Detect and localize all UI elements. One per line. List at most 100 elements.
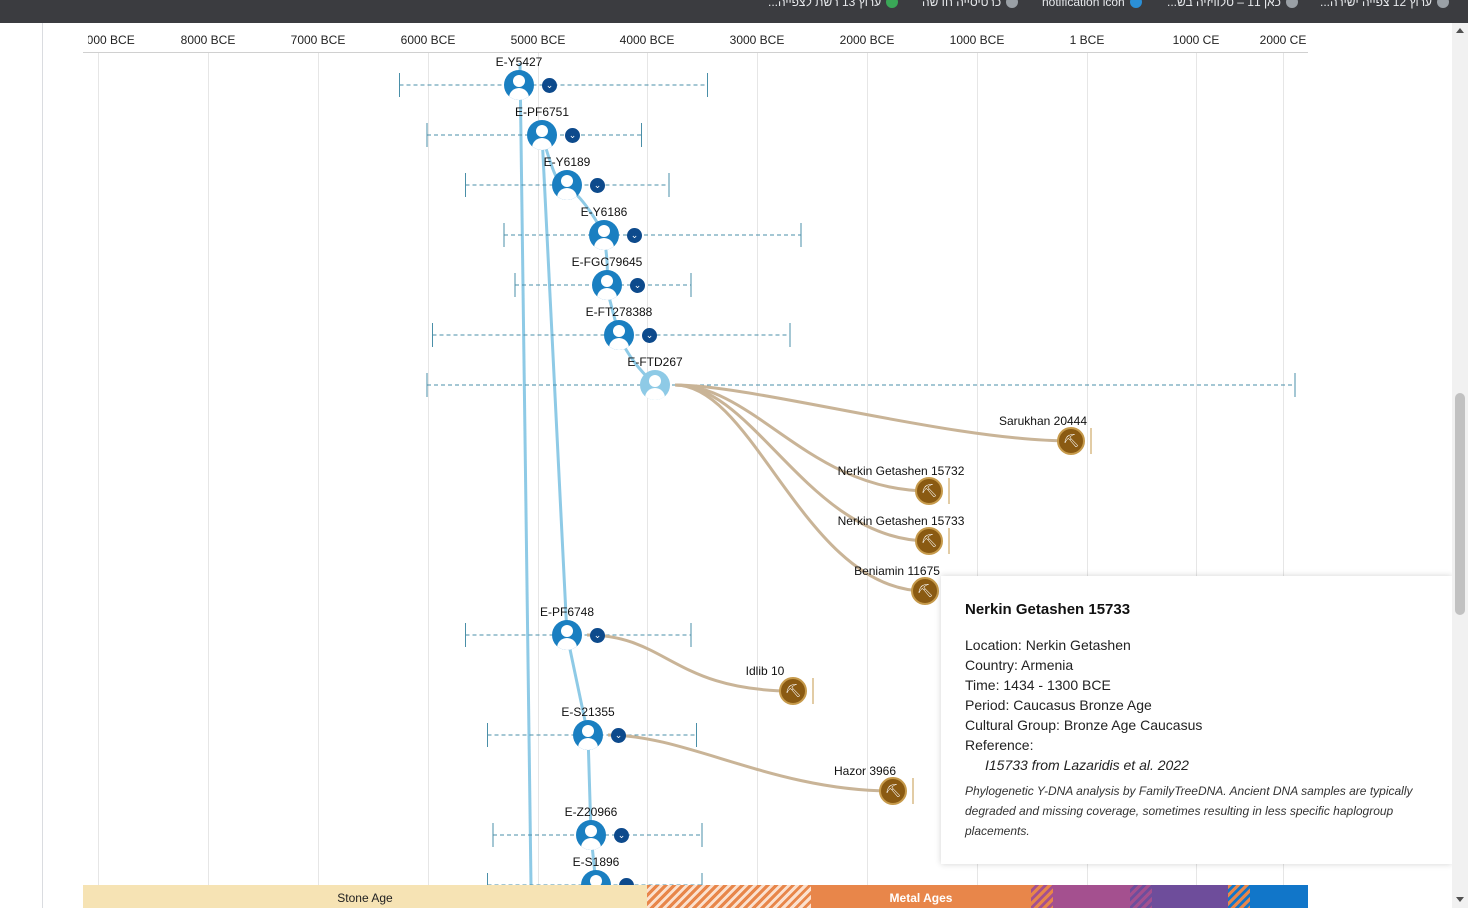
globe-icon [886,0,899,8]
haplogroup-label: E-Y5427 [495,55,543,69]
ancient-sample-pin-icon[interactable]: ⛏ [911,577,939,605]
sample-info-popup: Nerkin Getashen 15733 Location: Nerkin G… [941,576,1452,864]
bookmark-label: notification icon [1042,0,1125,9]
bookmarks-bar: ערוץ 12 צפייה ישירה... כאן 11 – טלוויזיה… [0,0,1468,23]
expand-chevron-icon[interactable]: ⌄ [630,278,645,293]
era-band[interactable] [1130,885,1152,908]
person-icon-body [509,88,529,100]
branch-line [540,134,598,886]
popup-location: Location: Nerkin Getashen [965,637,1131,653]
era-band[interactable]: Metal Ages [811,885,1031,908]
haplogroup-node[interactable] [504,70,534,100]
sample-label: Beniamin 11675 [854,564,940,578]
sample-label: Nerkin Getashen 15733 [837,514,965,528]
bookmark-label: ערוץ 12 צפייה ישירה... [1320,0,1433,9]
bookmark-label: כרטיסייה חדשה [922,0,1002,9]
sample-label: Idlib 10 [745,664,785,678]
popup-country: Country: Armenia [965,657,1074,673]
haplogroup-label: E-S21355 [561,705,615,719]
haplogroup-label: E-Z20966 [564,805,618,819]
haplogroup-label: E-FGC79645 [571,255,643,269]
era-band[interactable] [1250,885,1308,908]
scroll-down-icon[interactable] [1456,897,1464,902]
expand-chevron-icon[interactable]: ⌄ [590,178,605,193]
haplogroup-node[interactable] [576,820,606,850]
haplogroup-node[interactable] [573,720,603,750]
bookmark-item[interactable]: ערוץ 12 צפייה ישירה... [1320,0,1450,10]
page-scrollbar[interactable] [1452,23,1468,908]
scrollbar-thumb[interactable] [1455,393,1465,615]
person-icon-body [597,288,617,300]
popup-time: Time: 1434 - 1300 BCE [965,677,1111,693]
sample-label: Sarukhan 20444 [998,414,1088,428]
person-icon-body [532,138,552,150]
sample-link [586,633,794,693]
person-icon-body [645,388,665,400]
popup-title: Nerkin Getashen 15733 [965,601,1131,618]
era-band[interactable]: Stone Age [83,885,647,908]
person-icon-body [557,638,577,650]
haplogroup-label: E-FTD267 [627,355,683,369]
trunk-line [518,62,533,886]
left-gutter [42,23,43,908]
bookmark-item[interactable]: notification icon [1042,0,1142,10]
haplogroup-node[interactable] [527,120,557,150]
era-bands: Stone Age Metal Ages [83,885,1308,908]
edge-icon [1129,0,1142,8]
era-band[interactable] [1152,885,1228,908]
ancient-sample-pin-icon[interactable]: ⛏ [1057,427,1085,455]
haplogroup-node[interactable] [604,320,634,350]
ancient-sample-pin-icon[interactable]: ⛏ [915,527,943,555]
person-icon [561,175,573,187]
haplogroup-node[interactable] [552,170,582,200]
popup-reference-label: Reference: [965,737,1034,753]
haplogroup-node[interactable] [640,370,670,400]
expand-chevron-icon[interactable]: ⌄ [542,78,557,93]
bookmark-item[interactable]: כאן 11 – טלוויזיה בש... [1167,0,1298,10]
haplogroup-label: E-FT278388 [585,305,653,319]
person-icon [536,125,548,137]
expand-chevron-icon[interactable]: ⌄ [611,728,626,743]
expand-chevron-icon[interactable]: ⌄ [642,328,657,343]
person-icon-body [609,338,629,350]
haplogroup-label: E-Y6189 [543,155,591,169]
haplogroup-node[interactable] [589,220,619,250]
person-icon-body [578,738,598,750]
popup-period: Period: Caucasus Bronze Age [965,697,1152,713]
ancient-sample-pin-icon[interactable]: ⛏ [779,677,807,705]
era-band[interactable] [647,885,811,908]
person-icon-body [594,238,614,250]
bookmark-label: כאן 11 – טלוויזיה בש... [1167,0,1281,9]
person-icon-body [581,838,601,850]
person-icon [601,275,613,287]
expand-chevron-icon[interactable]: ⌄ [590,628,605,643]
era-band[interactable] [1053,885,1130,908]
expand-chevron-icon[interactable]: ⌄ [627,228,642,243]
ancient-sample-pin-icon[interactable]: ⛏ [879,777,907,805]
haplogroup-label: E-S1896 [572,855,620,869]
popup-cultural-group: Cultural Group: Bronze Age Caucasus [965,717,1203,733]
haplogroup-label: E-PF6751 [514,105,570,119]
bookmark-item[interactable]: ערוץ 13 רשת לצפייה... [768,0,899,10]
expand-chevron-icon[interactable]: ⌄ [614,828,629,843]
person-icon [598,225,610,237]
globe-icon [1437,0,1450,8]
globe-icon [1006,0,1019,8]
bookmark-item[interactable]: כרטיסייה חדשה [922,0,1019,10]
person-icon [513,75,525,87]
expand-chevron-icon[interactable]: ⌄ [565,128,580,143]
sample-link [607,733,894,793]
person-icon [561,625,573,637]
person-icon [582,725,594,737]
haplogroup-node[interactable] [592,270,622,300]
haplogroup-label: E-Y6186 [580,205,628,219]
ancient-sample-pin-icon[interactable]: ⛏ [915,477,943,505]
era-band[interactable] [1228,885,1250,908]
popup-note: Phylogenetic Y-DNA analysis by FamilyTre… [965,784,1413,838]
haplogroup-node[interactable] [552,620,582,650]
scroll-up-icon[interactable] [1456,28,1464,33]
sample-label: Nerkin Getashen 15732 [837,464,965,478]
person-icon [585,825,597,837]
person-icon [649,375,661,387]
era-band[interactable] [1031,885,1053,908]
